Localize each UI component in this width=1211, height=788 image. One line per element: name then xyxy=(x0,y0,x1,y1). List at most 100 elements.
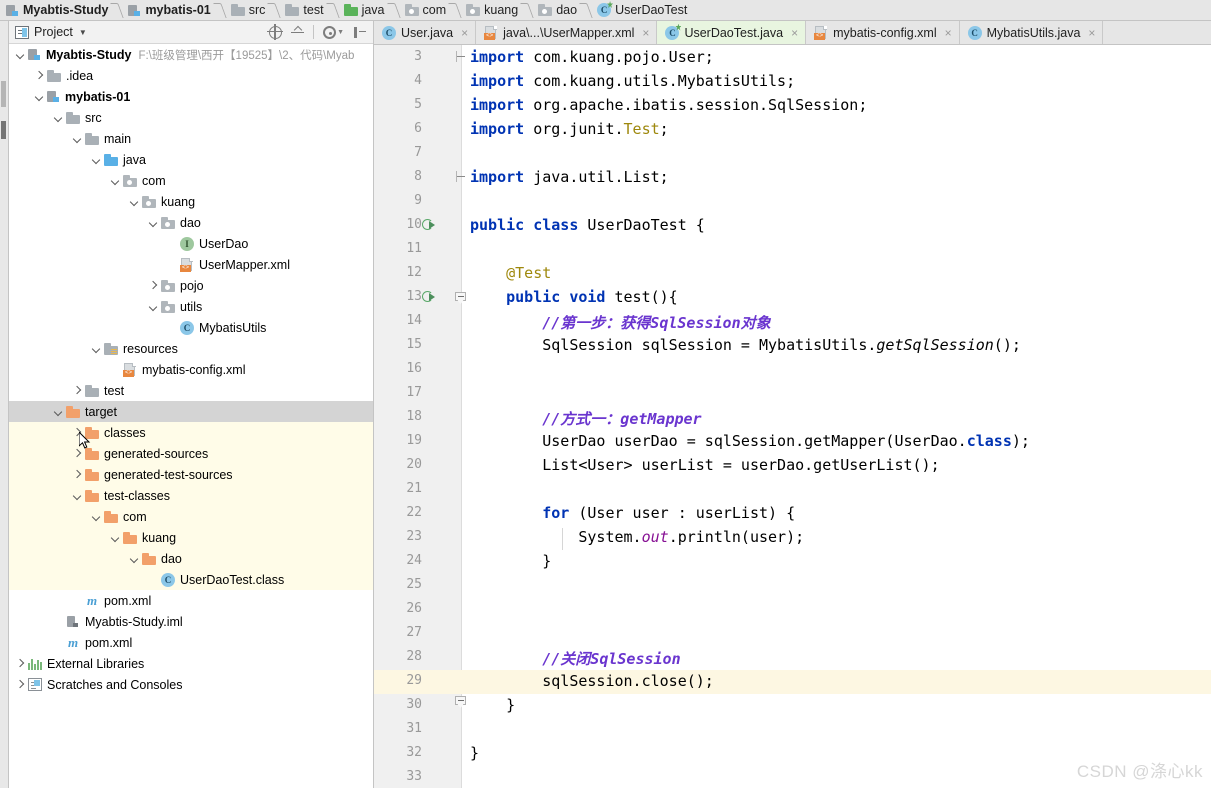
run-test-gutter-icon[interactable] xyxy=(422,290,436,304)
tree-node-kuang[interactable]: kuang xyxy=(9,191,373,212)
chevron-right-icon[interactable] xyxy=(148,280,159,291)
tree-node-usermapper-xml[interactable]: <> UserMapper.xml xyxy=(9,254,373,275)
chevron-down-icon[interactable] xyxy=(110,532,121,543)
tree-node-pom-xml[interactable]: m pom.xml xyxy=(9,632,373,653)
code-line[interactable]: 17 xyxy=(374,382,1211,406)
code-line[interactable]: 11 xyxy=(374,238,1211,262)
breadcrumb-item-java[interactable]: java xyxy=(338,0,389,21)
tree-node-dao[interactable]: dao xyxy=(9,548,373,569)
tree-node-myabtis-study-iml[interactable]: Myabtis-Study.iml xyxy=(9,611,373,632)
locate-icon[interactable] xyxy=(267,23,284,40)
tree-node--idea[interactable]: .idea xyxy=(9,65,373,86)
editor-tab-userdaotest-java[interactable]: C UserDaoTest.java × xyxy=(657,21,807,44)
import-fold-marker[interactable] xyxy=(456,51,467,62)
editor-tab-java-usermapper-xml[interactable]: <> java\...\UserMapper.xml × xyxy=(476,21,658,44)
tree-node-resources[interactable]: resources xyxy=(9,338,373,359)
code-line[interactable]: 13 public void test(){ xyxy=(374,286,1211,310)
code-line[interactable]: 20 List<User> userList = userDao.getUser… xyxy=(374,454,1211,478)
code-line[interactable]: 28 //关闭SqlSession xyxy=(374,646,1211,670)
code-line[interactable]: 21 xyxy=(374,478,1211,502)
chevron-down-icon[interactable] xyxy=(148,217,159,228)
chevron-down-icon[interactable]: ▼ xyxy=(79,28,87,37)
tree-node-test[interactable]: test xyxy=(9,380,373,401)
chevron-down-icon[interactable] xyxy=(53,406,64,417)
tree-node-main[interactable]: main xyxy=(9,128,373,149)
tree-node-classes[interactable]: classes xyxy=(9,422,373,443)
code-line[interactable]: 14 //第一步：获得SqlSession对象 xyxy=(374,310,1211,334)
close-icon[interactable]: × xyxy=(791,26,798,40)
code-line[interactable]: 6 import org.junit.Test; xyxy=(374,118,1211,142)
chevron-down-icon[interactable] xyxy=(91,154,102,165)
tree-node-generated-test-sources[interactable]: generated-test-sources xyxy=(9,464,373,485)
editor-tab-mybatis-config-xml[interactable]: <> mybatis-config.xml × xyxy=(806,21,960,44)
tree-node-src[interactable]: src xyxy=(9,107,373,128)
collapse-all-icon[interactable] xyxy=(291,26,305,39)
tree-node-external-libraries[interactable]: External Libraries xyxy=(9,653,373,674)
code-line[interactable]: 10 public class UserDaoTest { xyxy=(374,214,1211,238)
breadcrumb-item-kuang[interactable]: kuang xyxy=(460,0,522,21)
tree-node-test-classes[interactable]: test-classes xyxy=(9,485,373,506)
tree-node-mybatis-01[interactable]: mybatis-01 xyxy=(9,86,373,107)
close-icon[interactable]: × xyxy=(461,26,468,40)
code-line[interactable]: 4 import com.kuang.utils.MybatisUtils; xyxy=(374,70,1211,94)
code-line[interactable]: 26 xyxy=(374,598,1211,622)
chevron-down-icon[interactable] xyxy=(148,301,159,312)
breadcrumb-item-myabtis-study[interactable]: Myabtis-Study xyxy=(0,0,112,21)
code-line[interactable]: 16 xyxy=(374,358,1211,382)
tool-window-strip[interactable] xyxy=(0,21,9,788)
chevron-down-icon[interactable] xyxy=(72,133,83,144)
tree-node-dao[interactable]: dao xyxy=(9,212,373,233)
chevron-right-icon[interactable] xyxy=(72,469,83,480)
breadcrumb-item-mybatis-01[interactable]: mybatis-01 xyxy=(122,0,214,21)
code-line[interactable]: 29 sqlSession.close(); xyxy=(374,670,1211,694)
chevron-right-icon[interactable] xyxy=(15,658,26,669)
code-line[interactable]: 31 xyxy=(374,718,1211,742)
tree-node-pojo[interactable]: pojo xyxy=(9,275,373,296)
editor-tab-mybatisutils-java[interactable]: C MybatisUtils.java × xyxy=(959,21,1104,44)
code-line[interactable]: 9 xyxy=(374,190,1211,214)
breadcrumb-item-test[interactable]: test xyxy=(279,0,327,21)
code-line[interactable]: 18 //方式一：getMapper xyxy=(374,406,1211,430)
tree-node-myabtis-study[interactable]: Myabtis-Study F:\班级管理\西开【19525】\2、代码\Myab xyxy=(9,44,373,65)
code-line[interactable]: 30 } xyxy=(374,694,1211,718)
code-line[interactable]: 24 } xyxy=(374,550,1211,574)
import-fold-marker[interactable] xyxy=(456,171,467,182)
run-test-gutter-icon[interactable] xyxy=(422,218,436,232)
breadcrumb-item-src[interactable]: src xyxy=(225,0,270,21)
code-line[interactable]: 19 UserDao userDao = sqlSession.getMappe… xyxy=(374,430,1211,454)
close-icon[interactable]: × xyxy=(945,26,952,40)
close-icon[interactable]: × xyxy=(1088,26,1095,40)
chevron-down-icon[interactable] xyxy=(34,91,45,102)
code-line[interactable]: 27 xyxy=(374,622,1211,646)
chevron-down-icon[interactable] xyxy=(72,490,83,501)
chevron-down-icon[interactable] xyxy=(15,49,26,60)
code-line[interactable]: 25 xyxy=(374,574,1211,598)
tree-node-generated-sources[interactable]: generated-sources xyxy=(9,443,373,464)
tree-node-userdaotest-class[interactable]: C UserDaoTest.class xyxy=(9,569,373,590)
tree-node-target[interactable]: target xyxy=(9,401,373,422)
settings-gear-button[interactable]: ▼ xyxy=(323,25,344,39)
close-icon[interactable]: × xyxy=(642,26,649,40)
code-line[interactable]: 12 @Test xyxy=(374,262,1211,286)
code-editor[interactable]: 3 import com.kuang.pojo.User; 4 import com.… xyxy=(374,45,1211,788)
chevron-down-icon[interactable] xyxy=(91,343,102,354)
tree-node-utils[interactable]: utils xyxy=(9,296,373,317)
chevron-down-icon[interactable] xyxy=(129,553,140,564)
tree-node-pom-xml[interactable]: m pom.xml xyxy=(9,590,373,611)
tree-node-userdao[interactable]: I UserDao xyxy=(9,233,373,254)
code-line[interactable]: 22 for (User user : userList) { xyxy=(374,502,1211,526)
code-line[interactable]: 5 import org.apache.ibatis.session.SqlSes… xyxy=(374,94,1211,118)
code-lines[interactable]: 3 import com.kuang.pojo.User; 4 import com.… xyxy=(374,45,1211,788)
code-line[interactable]: 8 import java.util.List; xyxy=(374,166,1211,190)
code-fold-marker[interactable] xyxy=(455,696,466,708)
code-fold-marker[interactable] xyxy=(455,292,466,304)
editor-tab-user-java[interactable]: C User.java × xyxy=(374,21,477,44)
code-line[interactable]: 7 xyxy=(374,142,1211,166)
chevron-down-icon[interactable] xyxy=(91,511,102,522)
chevron-down-icon[interactable] xyxy=(129,196,140,207)
tree-node-mybatis-config-xml[interactable]: <> mybatis-config.xml xyxy=(9,359,373,380)
breadcrumb-item-com[interactable]: com xyxy=(399,0,451,21)
tree-node-kuang[interactable]: kuang xyxy=(9,527,373,548)
tree-node-com[interactable]: com xyxy=(9,506,373,527)
chevron-right-icon[interactable] xyxy=(34,70,45,81)
